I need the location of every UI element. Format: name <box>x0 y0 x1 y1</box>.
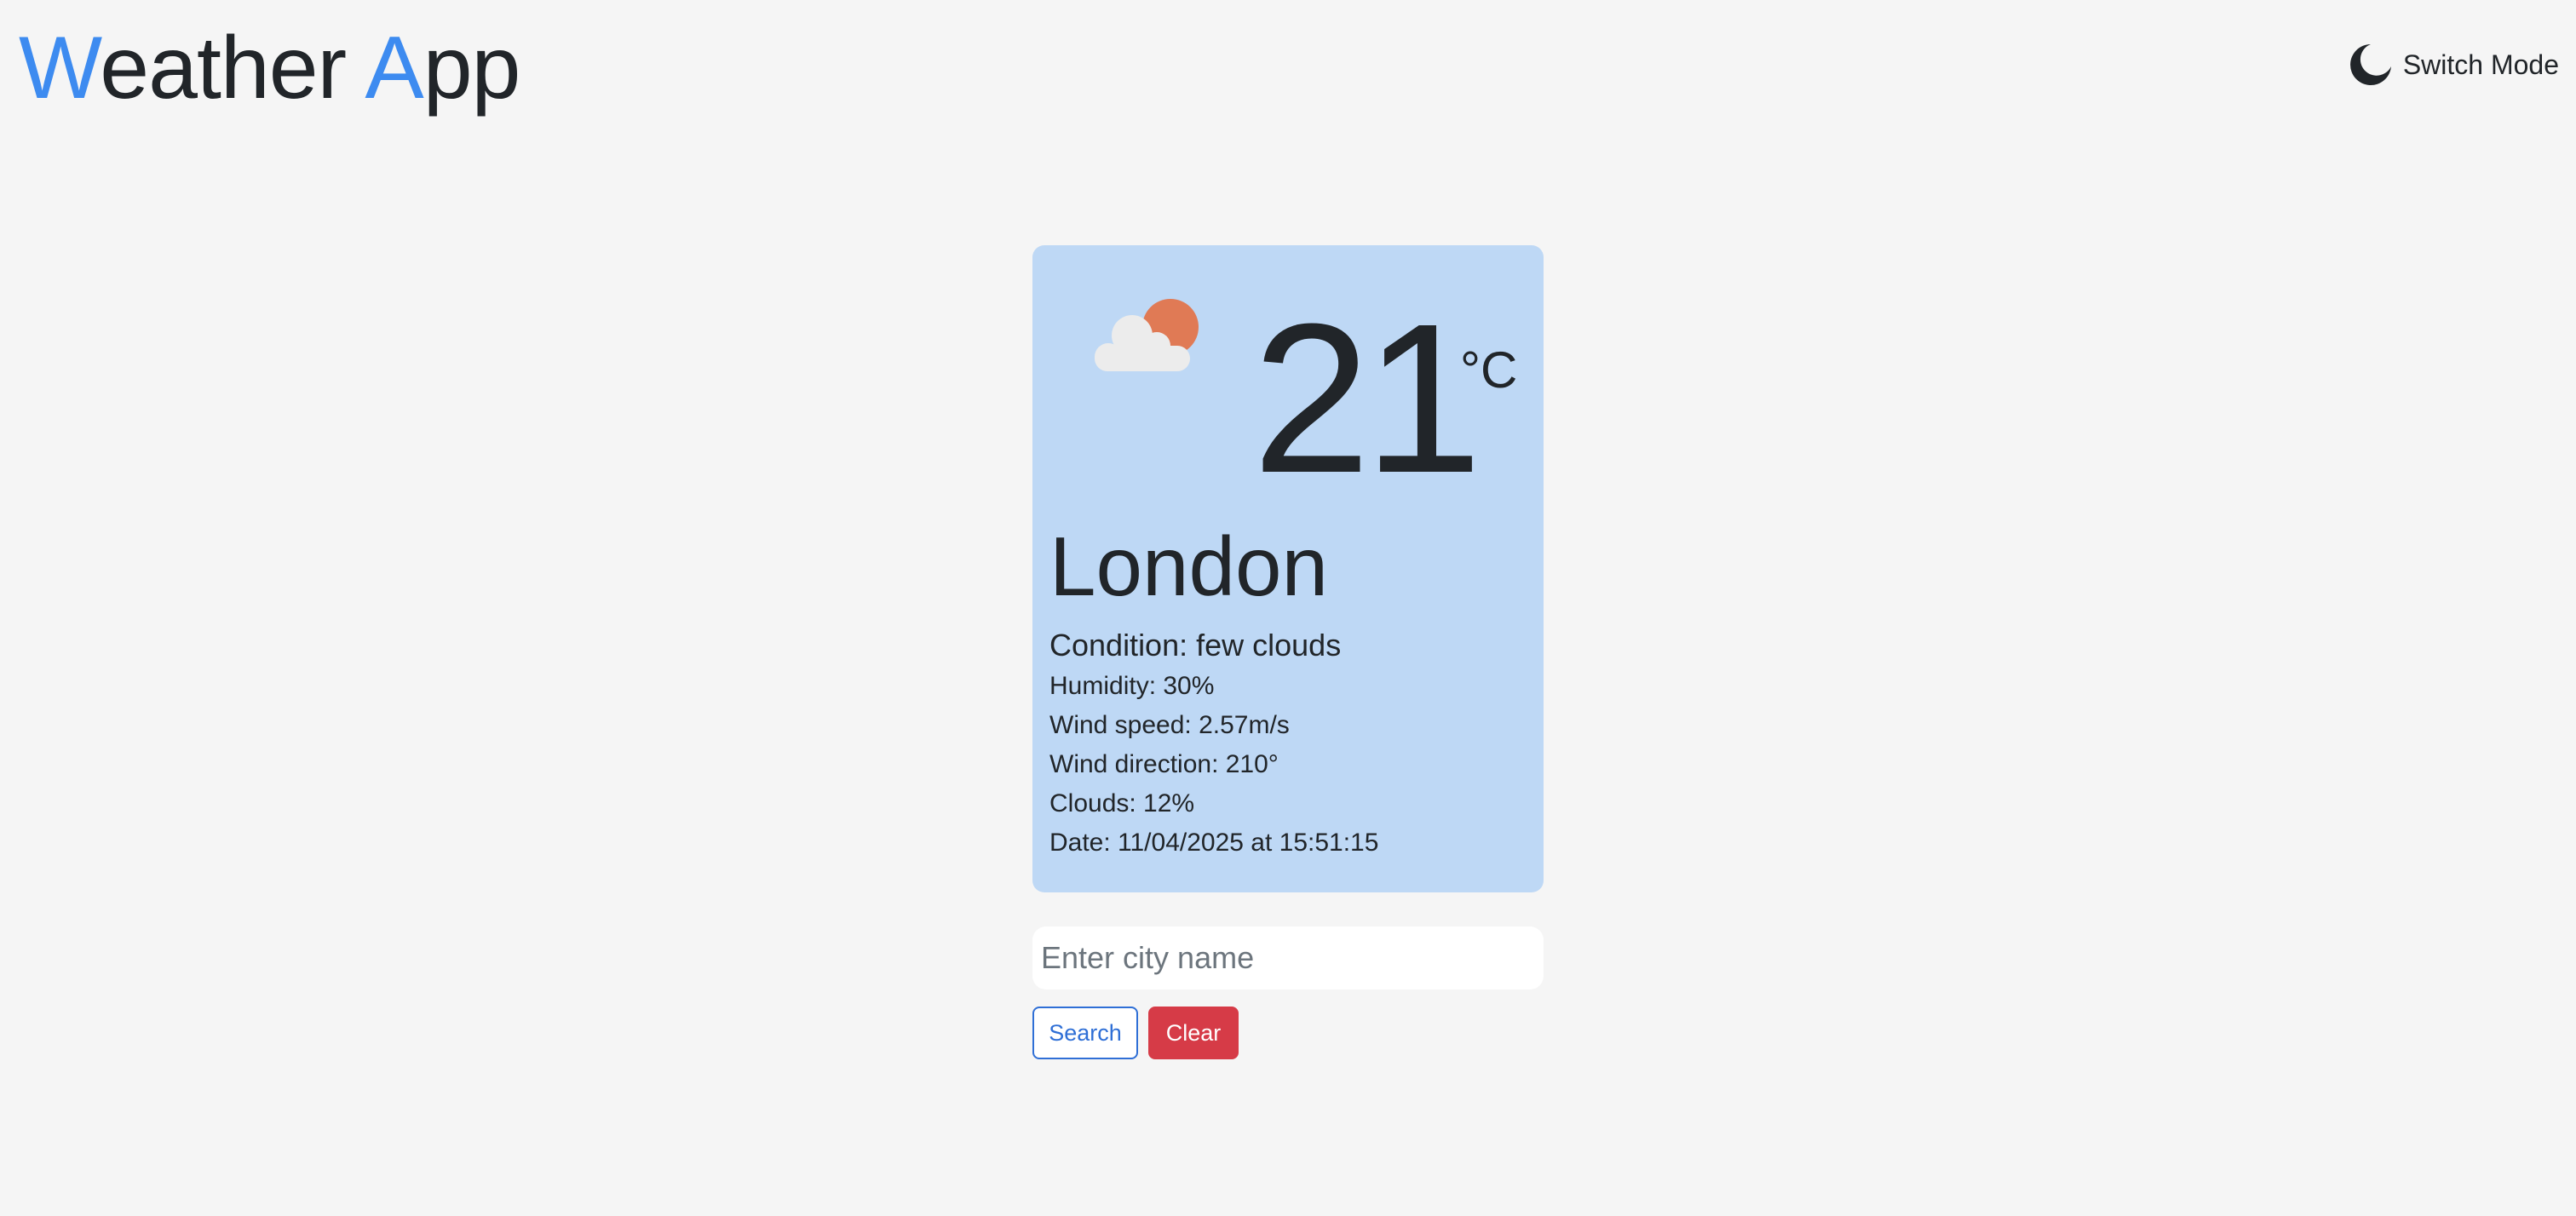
city-search-input[interactable] <box>1032 926 1544 989</box>
wind-direction-text: Wind direction: 210° <box>1049 750 1279 778</box>
temperature-unit: °C <box>1460 341 1518 399</box>
search-button[interactable]: Search <box>1032 1007 1138 1059</box>
app-title: Weather App <box>19 17 520 119</box>
weather-condition: Condition: few clouds <box>1049 628 1342 662</box>
app-title-accent-a: A <box>365 19 423 118</box>
city-name: London <box>1049 519 1329 613</box>
weather-card: 21 °C London Condition: few clouds Humid… <box>1032 245 1544 892</box>
app-title-part-2: pp <box>423 19 521 118</box>
clouds-text: Clouds: 12% <box>1049 789 1195 817</box>
humidity-text: Humidity: 30% <box>1049 672 1215 700</box>
wind-speed-text: Wind speed: 2.57m/s <box>1049 711 1290 739</box>
date-text: Date: 11/04/2025 at 15:51:15 <box>1049 829 1379 857</box>
app-title-part-1: eather <box>100 19 365 118</box>
app-title-accent-w: W <box>19 19 101 118</box>
clear-button[interactable]: Clear <box>1148 1007 1239 1059</box>
switch-mode-button[interactable]: Switch Mode <box>2347 41 2559 89</box>
partly-cloudy-icon <box>1085 293 1213 378</box>
switch-mode-label: Switch Mode <box>2402 49 2559 80</box>
moon-icon <box>2347 41 2395 89</box>
temperature-value: 21 <box>1252 279 1482 517</box>
